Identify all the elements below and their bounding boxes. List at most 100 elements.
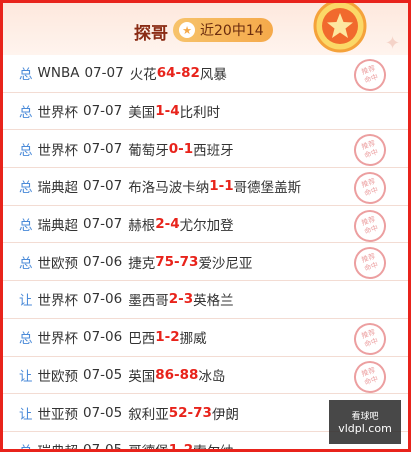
row-away-team: 比利时: [179, 105, 221, 122]
row-home-team: 巴西: [128, 331, 156, 348]
row-home-team: 墨西哥: [128, 293, 169, 310]
row-home-team: 赫根: [128, 218, 156, 235]
row-date: 07-07: [83, 103, 123, 120]
hit-stamp-icon: 推荐 命中: [349, 54, 391, 96]
row-date: 07-06: [83, 253, 123, 270]
row-type: 总: [19, 255, 33, 272]
row-away-score: 4: [170, 216, 180, 233]
row-away-score: 82: [181, 65, 200, 82]
watermark-url: vldpl.com: [338, 422, 392, 435]
row-league: 瑞典超: [38, 440, 79, 449]
row-type: 让: [19, 406, 33, 423]
row-home-team: 英国: [128, 368, 156, 385]
prediction-row[interactable]: 总 WNBA 07-07 火花 64 - 82 风暴 推荐 命中: [3, 54, 408, 96]
row-type: 总: [19, 180, 33, 197]
row-home-team: 捷克: [128, 255, 156, 272]
row-away-score: 4: [170, 103, 180, 120]
row-away-team: 哥德堡盖斯: [233, 180, 302, 197]
row-league: 世界杯: [37, 142, 79, 159]
site-watermark: 看球吧 vldpl.com: [329, 400, 401, 444]
row-away-score: 1: [224, 178, 234, 195]
medal-icon: [313, 3, 367, 53]
row-type: 总: [19, 440, 33, 449]
row-league: 世欧预: [37, 368, 79, 385]
row-type: 总: [19, 218, 33, 235]
row-type: 总: [19, 67, 33, 84]
row-home-score: 64: [156, 65, 176, 82]
row-away-score: 3: [183, 291, 194, 308]
row-away-team: 爱沙尼亚: [198, 255, 253, 272]
row-away-team: 伊朗: [211, 406, 239, 423]
row-home-team: 叙利亚: [128, 406, 169, 423]
hit-stamp-icon: 推荐 命中: [349, 356, 391, 397]
row-date: 07-05: [83, 442, 123, 452]
row-type: 让: [19, 293, 33, 310]
hit-stamp-icon: 推荐 命中: [349, 205, 391, 246]
row-date: 07-06: [83, 291, 123, 308]
sparkle-icon: ✦: [385, 33, 401, 54]
row-date: 07-07: [83, 178, 123, 195]
row-home-score: 1: [155, 329, 165, 346]
record-badge-label: 近20中14: [200, 23, 264, 39]
row-league: 瑞典超: [37, 180, 79, 197]
prediction-card: 探哥 ★ 近20中14 ✦ 总 WNBA 07-07 火花 64 - 82 风暴 推荐 命中…: [0, 0, 411, 452]
row-type: 总: [19, 331, 33, 348]
row-home-score: 2: [168, 291, 179, 308]
row-home-score: 52: [168, 404, 188, 421]
prediction-row[interactable]: 让世欧预 07-05 英国 86 - 88 冰岛 推荐 命中: [3, 356, 408, 397]
row-away-team: 英格兰: [193, 293, 234, 310]
row-league: WNBA: [37, 65, 80, 82]
prediction-row[interactable]: 让世界杯 07-06 墨西哥 2 - 3 英格兰: [3, 281, 408, 319]
hit-stamp-icon: 推荐 命中: [349, 130, 391, 171]
row-home-score: 0: [168, 140, 179, 157]
row-date: 07-07: [83, 140, 123, 157]
row-home-score: 1: [209, 178, 219, 195]
row-away-team: 挪威: [179, 331, 207, 348]
row-date: 07-07: [84, 65, 124, 82]
prediction-row[interactable]: 总瑞典超 07-07 布洛马波卡纳 1 - 1 哥德堡盖斯 推荐 命中: [3, 167, 408, 209]
row-away-score: 2: [170, 329, 180, 346]
prediction-list: 总 WNBA 07-07 火花 64 - 82 风暴 推荐 命中总世界杯 07-07 美国 1 -…: [3, 54, 408, 452]
record-badge: ★ 近20中14: [173, 18, 273, 42]
expert-name[interactable]: 探哥: [134, 19, 168, 44]
row-home-team: 葡萄牙: [128, 142, 169, 159]
row-away-team: 索尔纳: [193, 440, 234, 449]
row-home-team: 哥德堡: [128, 440, 169, 449]
star-icon: ★: [179, 22, 195, 38]
row-away-score: 2: [183, 442, 194, 452]
row-home-score: 2: [155, 216, 165, 233]
row-home-score: 1: [168, 442, 179, 452]
row-home-team: 布洛马波卡纳: [128, 180, 210, 197]
hit-stamp-icon: 推荐 命中: [349, 243, 391, 284]
row-away-team: 冰岛: [198, 368, 226, 385]
row-league: 世界杯: [37, 293, 79, 310]
row-away-team: 风暴: [199, 67, 227, 84]
row-type: 总: [19, 105, 33, 122]
prediction-row[interactable]: 总世界杯 07-07 美国 1 - 4 比利时: [3, 93, 408, 131]
row-type: 总: [19, 142, 33, 159]
hit-stamp-icon: 推荐 命中: [349, 167, 391, 209]
prediction-row[interactable]: 总世欧预 07-06 捷克 75 - 73 爱沙尼亚 推荐 命中: [3, 243, 408, 284]
row-away-score: 73: [193, 404, 212, 421]
watermark-title: 看球吧: [351, 412, 379, 422]
hit-stamp-icon: 推荐 命中: [349, 318, 391, 359]
row-away-score: 73: [179, 253, 199, 270]
row-home-score: 1: [155, 103, 165, 120]
row-date: 07-07: [83, 216, 123, 233]
prediction-row[interactable]: 总世界杯 07-06 巴西 1 - 2 挪威 推荐 命中: [3, 318, 408, 359]
prediction-row[interactable]: 总瑞典超 07-07 赫根 2 - 4 尤尔加登 推荐 命中: [3, 205, 408, 246]
card-header: 探哥 ★ 近20中14 ✦: [3, 3, 408, 55]
row-home-team: 美国: [128, 105, 156, 122]
row-type: 让: [19, 368, 33, 385]
row-home-score: 75: [155, 253, 175, 270]
row-home-score: 86: [155, 366, 175, 383]
row-away-team: 西班牙: [193, 142, 234, 159]
row-league: 世界杯: [37, 105, 79, 122]
prediction-row[interactable]: 总世界杯 07-07 葡萄牙 0 - 1 西班牙 推荐 命中: [3, 130, 408, 171]
row-away-score: 88: [179, 366, 199, 383]
row-league: 世欧预: [37, 255, 79, 272]
row-date: 07-05: [83, 366, 123, 383]
row-league: 世亚预: [37, 406, 79, 423]
row-date: 07-06: [83, 329, 123, 346]
row-league: 瑞典超: [37, 218, 79, 235]
